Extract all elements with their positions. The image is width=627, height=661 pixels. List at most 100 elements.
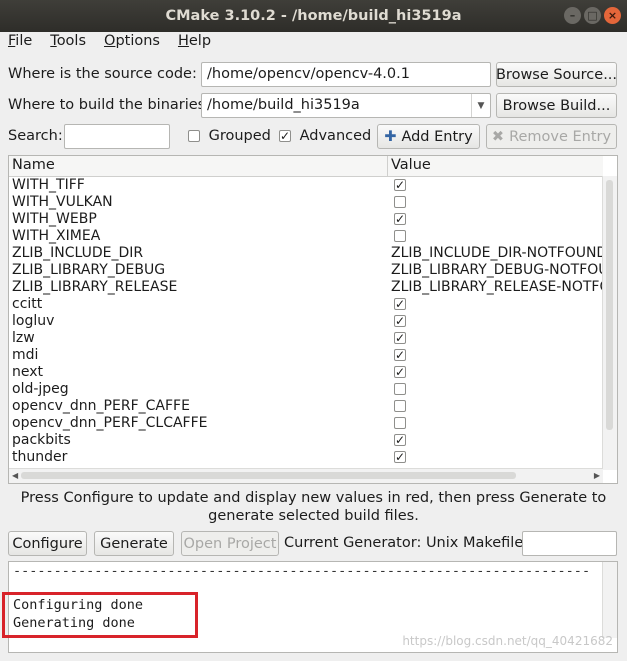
entry-name: WITH_WEBP <box>12 211 97 227</box>
grouped-label: Grouped <box>208 128 271 144</box>
table-row[interactable]: ccitt ✓ <box>9 296 603 313</box>
info-text: Press Configure to update and display ne… <box>20 490 607 524</box>
close-icon[interactable]: × <box>604 7 621 24</box>
entry-checkbox[interactable]: ✓ <box>394 332 406 344</box>
entry-name: old-jpeg <box>12 381 69 397</box>
table-row[interactable]: mdi ✓ <box>9 347 603 364</box>
advanced-label: Advanced <box>299 128 372 144</box>
table-row[interactable]: ZLIB_LIBRARY_DEBUG ZLIB_LIBRARY_DEBUG-NOT… <box>9 262 603 279</box>
add-entry-button[interactable]: ✚ Add Entry <box>377 124 480 149</box>
table-row[interactable]: opencv_dnn_PERF_CLCAFFE <box>9 415 603 432</box>
entry-value[interactable]: ZLIB_LIBRARY_DEBUG-NOTFOUND <box>391 262 603 278</box>
table-row[interactable]: thunder ✓ <box>9 449 603 466</box>
horizontal-scrollbar[interactable]: ◀ ▶ <box>9 468 603 483</box>
table-row[interactable]: opencv_dnn_PERF_CAFFE <box>9 398 603 415</box>
table-row[interactable]: logluv ✓ <box>9 313 603 330</box>
current-generator-label: Current Generator: Unix Makefiles <box>284 535 531 551</box>
entry-name: opencv_dnn_PERF_CAFFE <box>12 398 190 414</box>
plus-icon: ✚ <box>384 128 397 145</box>
browse-source-button[interactable]: Browse Source... <box>496 62 617 87</box>
entry-value[interactable]: ZLIB_INCLUDE_DIR-NOTFOUND <box>391 245 603 261</box>
cache-table[interactable]: Name Value WITH_TIFF ✓ WITH_VULKAN WITH_WEB… <box>8 155 618 484</box>
entry-checkbox[interactable]: ✓ <box>394 213 406 225</box>
entry-checkbox[interactable] <box>394 383 406 395</box>
source-path-input[interactable]: /home/opencv/opencv-4.0.1 <box>201 62 491 87</box>
entry-checkbox[interactable]: ✓ <box>394 298 406 310</box>
vertical-scroll-thumb[interactable] <box>606 180 613 430</box>
entry-checkbox[interactable]: ✓ <box>394 451 406 463</box>
entry-checkbox[interactable] <box>394 417 406 429</box>
table-row[interactable]: WITH_WEBP ✓ <box>9 211 603 228</box>
table-row[interactable]: next ✓ <box>9 364 603 381</box>
column-divider[interactable] <box>387 156 388 176</box>
entry-checkbox[interactable]: ✓ <box>394 349 406 361</box>
browse-build-button[interactable]: Browse Build... <box>496 93 617 118</box>
table-row[interactable]: ZLIB_INCLUDE_DIR ZLIB_INCLUDE_DIR-NOTFOUN… <box>9 245 603 262</box>
table-row[interactable]: WITH_TIFF ✓ <box>9 177 603 194</box>
grouped-checkbox[interactable] <box>188 130 200 142</box>
remove-icon: ✖ <box>491 128 505 145</box>
entry-checkbox[interactable]: ✓ <box>394 179 406 191</box>
menu-options[interactable]: Options <box>95 32 169 54</box>
menu-tools[interactable]: Tools <box>41 32 95 54</box>
entry-checkbox[interactable] <box>394 400 406 412</box>
open-project-button[interactable]: Open Project <box>181 531 279 556</box>
highlight-annotation-box <box>2 592 198 638</box>
table-row[interactable]: old-jpeg <box>9 381 603 398</box>
entry-checkbox[interactable]: ✓ <box>394 434 406 446</box>
table-row[interactable]: lzw ✓ <box>9 330 603 347</box>
entry-checkbox[interactable]: ✓ <box>394 315 406 327</box>
entry-name: ZLIB_INCLUDE_DIR <box>12 245 144 261</box>
grouped-toggle[interactable]: Grouped <box>188 128 271 144</box>
entry-checkbox[interactable] <box>394 230 406 242</box>
table-row[interactable]: packbits ✓ <box>9 432 603 449</box>
scroll-right-icon[interactable]: ▶ <box>594 471 600 480</box>
scroll-left-icon[interactable]: ◀ <box>12 471 18 480</box>
menu-bar: File Tools Options Help <box>0 32 627 54</box>
generate-button[interactable]: Generate <box>94 531 174 556</box>
entry-name: opencv_dnn_PERF_CLCAFFE <box>12 415 208 431</box>
entry-name: next <box>12 364 44 380</box>
log-vertical-scrollbar[interactable] <box>602 562 617 638</box>
entry-name: thunder <box>12 449 68 465</box>
build-label: Where to build the binaries: <box>8 97 211 113</box>
menu-file[interactable]: File <box>0 32 41 54</box>
entry-name: mdi <box>12 347 39 363</box>
entry-name: ZLIB_LIBRARY_RELEASE <box>12 279 178 295</box>
log-separator: ----------------------------------------… <box>13 563 591 579</box>
table-row[interactable]: WITH_VULKAN <box>9 194 603 211</box>
entry-name: packbits <box>12 432 71 448</box>
maximize-icon[interactable]: □ <box>584 7 601 24</box>
window-controls: – □ × <box>564 7 621 24</box>
table-row[interactable]: ZLIB_LIBRARY_RELEASE ZLIB_LIBRARY_RELEASE… <box>9 279 603 296</box>
entry-name: WITH_TIFF <box>12 177 85 193</box>
minimize-icon[interactable]: – <box>564 7 581 24</box>
menu-help[interactable]: Help <box>169 32 220 54</box>
column-value-header[interactable]: Value <box>391 157 431 173</box>
advanced-checkbox[interactable]: ✓ <box>279 130 291 142</box>
entry-name: lzw <box>12 330 35 346</box>
vertical-scrollbar[interactable] <box>602 176 617 470</box>
generator-field[interactable] <box>522 531 617 556</box>
entry-name: ccitt <box>12 296 43 312</box>
entry-checkbox[interactable] <box>394 196 406 208</box>
horizontal-scroll-thumb[interactable] <box>21 472 516 479</box>
window-title: CMake 3.10.2 - /home/build_hi3519a <box>165 8 462 24</box>
entry-name: ZLIB_LIBRARY_DEBUG <box>12 262 166 278</box>
search-input[interactable] <box>64 124 170 149</box>
build-path-value: /home/build_hi3519a <box>207 97 360 113</box>
title-bar: CMake 3.10.2 - /home/build_hi3519a – □ × <box>0 0 627 32</box>
entry-value[interactable]: ZLIB_LIBRARY_RELEASE-NOTFOUND <box>391 279 603 295</box>
chevron-down-icon[interactable]: ▼ <box>471 94 490 117</box>
watermark: https://blog.csdn.net/qq_40421682 <box>402 634 613 648</box>
remove-entry-button[interactable]: ✖ Remove Entry <box>486 124 617 149</box>
configure-button[interactable]: Configure <box>8 531 87 556</box>
entry-checkbox[interactable]: ✓ <box>394 366 406 378</box>
source-label: Where is the source code: <box>8 66 197 82</box>
build-path-combo[interactable]: /home/build_hi3519a ▼ <box>201 93 491 118</box>
column-name-header[interactable]: Name <box>12 157 55 173</box>
search-label: Search: <box>8 128 63 144</box>
entry-name: WITH_VULKAN <box>12 194 113 210</box>
table-row[interactable]: WITH_XIMEA <box>9 228 603 245</box>
advanced-toggle[interactable]: ✓ Advanced <box>279 128 371 144</box>
